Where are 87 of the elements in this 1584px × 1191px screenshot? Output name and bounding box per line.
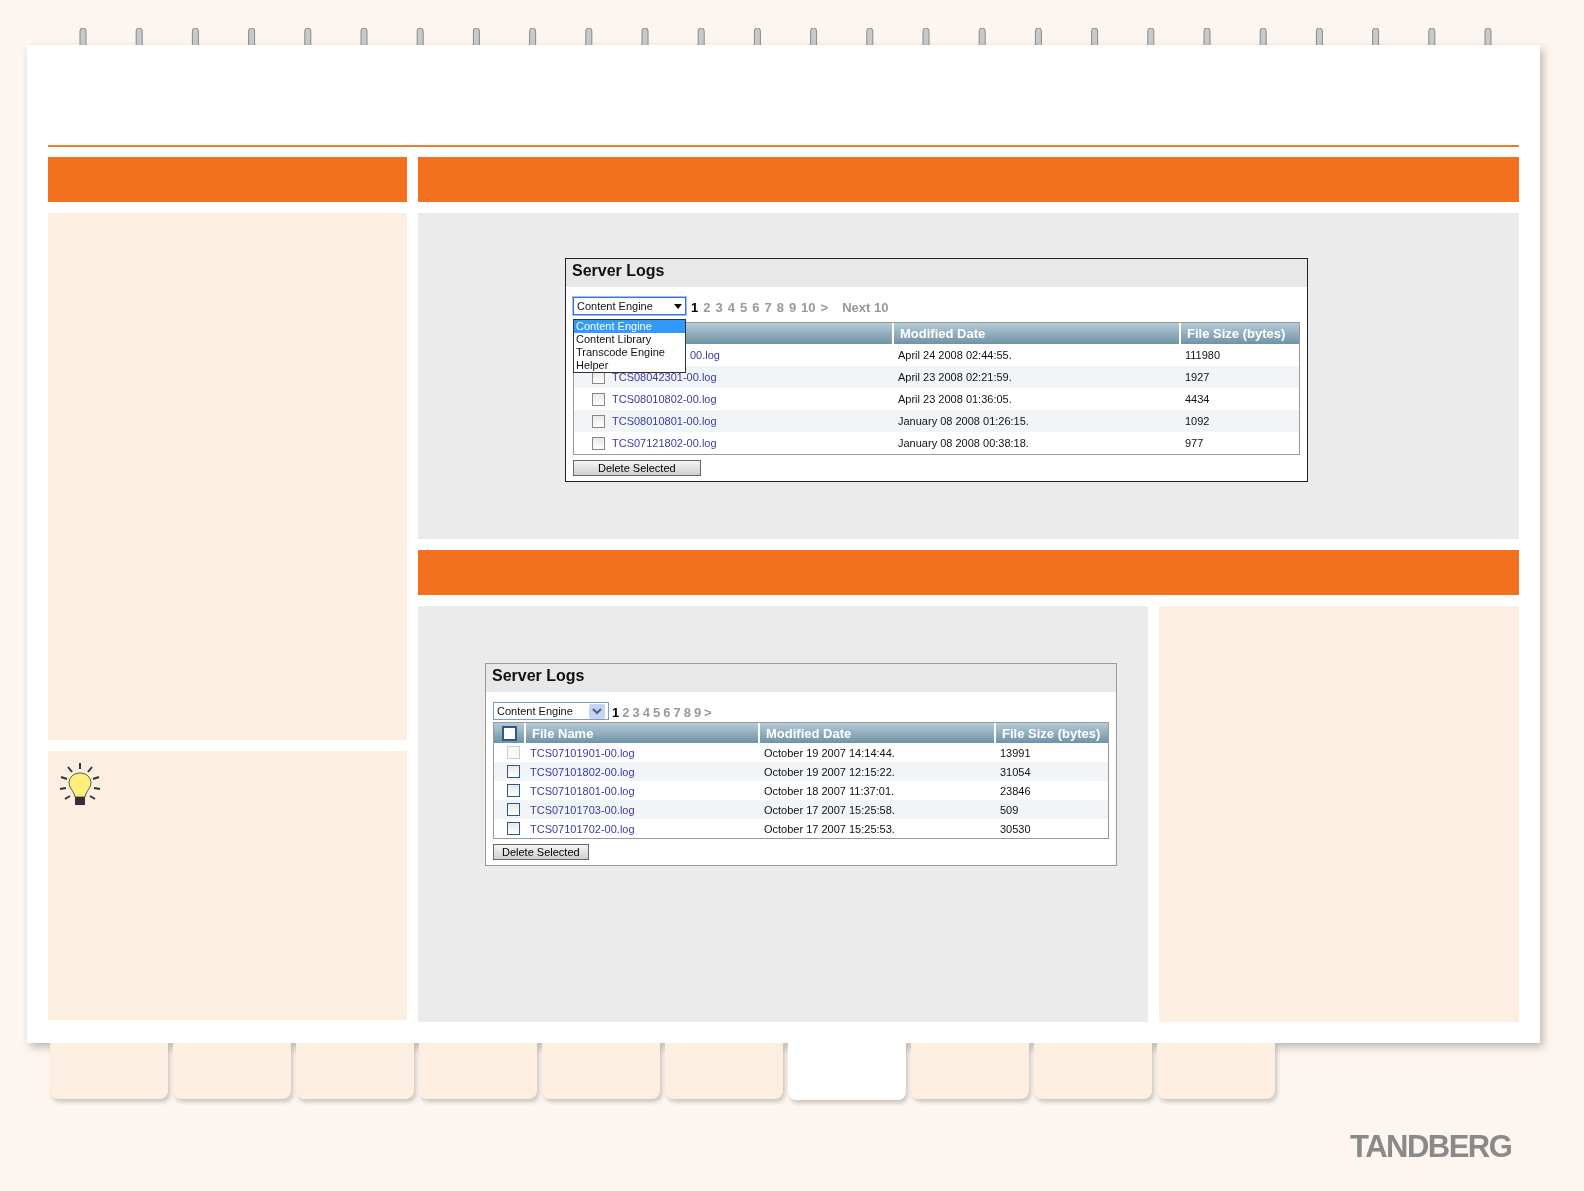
page-link[interactable]: 5 [739, 300, 748, 315]
chapter-tab[interactable] [788, 1043, 906, 1100]
table-cell-text: January 08 2008 01:26:15. [897, 415, 1030, 427]
column-header: Modified Date [758, 723, 994, 743]
chapter-tab[interactable] [173, 1043, 291, 1099]
row-checkbox[interactable] [507, 822, 520, 835]
chapter-tab[interactable] [1034, 1043, 1152, 1099]
table-cell-text: 509 [999, 803, 1020, 816]
table-cell-text: April 23 2008 02:21:59. [897, 371, 1013, 383]
table-cell-text: October 17 2007 15:25:58. [763, 803, 896, 816]
component-dropdown[interactable]: Content Engine [573, 297, 686, 315]
log-file-link[interactable]: TCS08010801-00.log [612, 415, 717, 427]
page-link[interactable]: > [820, 300, 829, 315]
page-link[interactable]: 3 [632, 705, 640, 720]
panel-title: Server Logs [566, 259, 1307, 287]
log-file-link[interactable]: 00.log [690, 349, 720, 361]
table-cell-text: October 19 2007 14:14:44. [763, 746, 896, 759]
table-cell-text: October 19 2007 12:15:22. [763, 765, 896, 778]
page-link[interactable]: 9 [788, 300, 797, 315]
caret-icon [674, 303, 682, 309]
log-file-link[interactable]: TCS07101702-00.log [530, 822, 635, 835]
page-link[interactable]: 5 [652, 705, 661, 720]
table-cell-text: April 24 2008 02:44:55. [897, 349, 1013, 361]
table-cell-text: 977 [1184, 437, 1205, 449]
log-file-link[interactable]: TCS07101802-00.log [530, 765, 635, 778]
page-link[interactable]: 1 [691, 300, 699, 315]
page-link[interactable]: 6 [663, 705, 671, 720]
table-cell-text: 111980 [1184, 349, 1222, 361]
row-checkbox[interactable] [592, 414, 605, 428]
log-file-link[interactable]: TCS08010802-00.log [612, 393, 717, 405]
table-cell-text: April 23 2008 01:36:05. [897, 393, 1013, 405]
chapter-tab[interactable] [542, 1043, 660, 1099]
chapter-tab[interactable] [296, 1043, 414, 1099]
dropdown-option[interactable]: Transcode Engine [574, 346, 685, 359]
panel-title: Server Logs [486, 664, 1116, 692]
page-link[interactable]: 4 [642, 705, 650, 720]
table-cell-text: 30530 [999, 822, 1032, 835]
log-file-link[interactable]: TCS07101703-00.log [530, 803, 635, 816]
caret-icon [589, 703, 605, 719]
company-logo: TANDBERG [1350, 1129, 1512, 1165]
row-checkbox[interactable] [592, 436, 605, 450]
row-checkbox[interactable] [592, 392, 605, 406]
page-link[interactable]: 8 [776, 300, 784, 315]
chapter-tab[interactable] [419, 1043, 537, 1099]
page-link[interactable]: 7 [764, 300, 772, 315]
column-header: Modified Date [892, 323, 1179, 344]
page-link[interactable]: 2 [622, 705, 630, 720]
page-link[interactable]: 3 [715, 300, 723, 315]
page-link[interactable]: 8 [683, 705, 691, 720]
select-all-checkbox[interactable] [502, 725, 517, 741]
page-link[interactable]: 4 [727, 300, 735, 315]
page-link[interactable]: 1 [612, 705, 620, 720]
table-cell-text: 13991 [999, 746, 1032, 759]
log-file-link[interactable]: TCS07101801-00.log [530, 784, 635, 797]
table-cell-text: 23846 [999, 784, 1032, 797]
chapter-tab[interactable] [911, 1043, 1029, 1099]
row-checkbox[interactable] [507, 803, 520, 816]
table-cell-text: January 08 2008 00:38:18. [897, 437, 1030, 449]
chapter-tab[interactable] [1157, 1043, 1275, 1099]
page-link[interactable]: 10 [801, 300, 816, 315]
page-link[interactable]: > [704, 705, 712, 720]
table-cell-text: 4434 [1184, 393, 1211, 405]
column-header: File Size (bytes) [1179, 323, 1299, 344]
chapter-tab[interactable] [50, 1043, 168, 1099]
page-link[interactable]: 7 [673, 705, 681, 720]
chapter-tab[interactable] [665, 1043, 783, 1099]
table-cell-text: 1927 [1184, 371, 1211, 383]
dropdown-option[interactable]: Content Library [574, 333, 685, 346]
table-cell-text: October 17 2007 15:25:53. [763, 822, 896, 835]
row-checkbox[interactable] [507, 784, 520, 797]
page-link[interactable]: 2 [703, 300, 711, 315]
table-cell-text: 31054 [999, 765, 1032, 778]
table-cell-text: October 18 2007 11:37:01. [763, 784, 896, 797]
table-cell-text: 1092 [1184, 415, 1211, 427]
column-header: File Size (bytes) [994, 723, 1108, 743]
log-file-link[interactable]: TCS08042301-00.log [612, 371, 717, 383]
row-checkbox[interactable] [507, 765, 520, 778]
delete-selected-button[interactable]: Delete Selected [573, 460, 701, 476]
dropdown-option[interactable]: Helper [574, 359, 685, 372]
component-dropdown[interactable]: Content Engine [493, 702, 609, 720]
delete-selected-button[interactable]: Delete Selected [493, 844, 589, 860]
page-link[interactable]: 9 [693, 705, 702, 720]
page-link[interactable]: 6 [752, 300, 760, 315]
log-file-link[interactable]: TCS07121802-00.log [612, 437, 717, 449]
column-header: File Name [524, 723, 758, 743]
page-link[interactable]: Next 10 [842, 300, 889, 315]
dropdown-option[interactable]: Content Engine [574, 320, 685, 333]
